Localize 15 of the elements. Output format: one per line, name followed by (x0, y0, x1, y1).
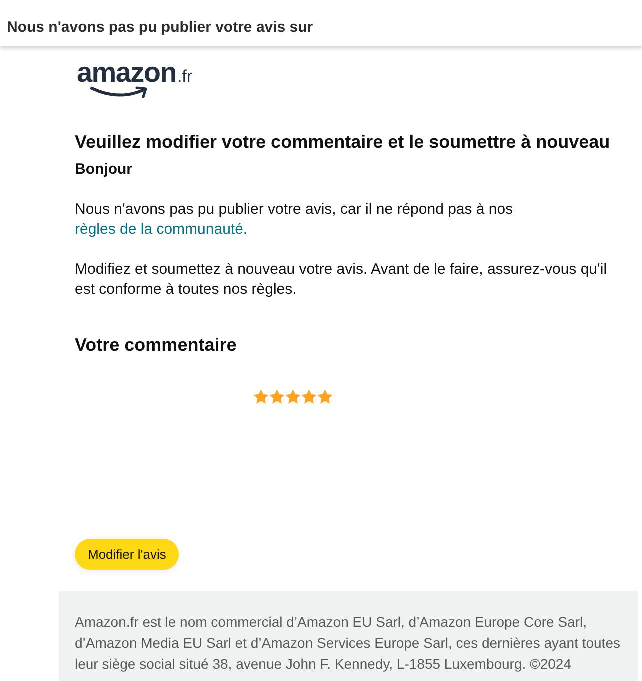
star-icon (270, 390, 284, 404)
review-heading: Votre commentaire (75, 334, 238, 357)
legal-notice-text: Amazon.fr est le nom commercial d’Amazon EU Sarl, d’Amazon Europe Core Sarl, d’Amazon Media EU Sarl et d’Amazon Services Europe Sarl, ces dernières ayant toutes leur siège social situé 38, avenue John F. Kennedy, L-1855 Luxembourg. ©2024 (75, 613, 622, 674)
brand-logo: amazon.fr (77, 61, 193, 98)
message-heading: Veuillez modifier votre commentaire et le soumettre à nouveau (75, 131, 612, 154)
edit-review-button[interactable]: Modifier l'avis (75, 539, 180, 570)
message-paragraph: Modifiez et soumettez à nouveau votre avis. Avant de le faire, assurez-vous qu'il est conforme à toutes nos règles. (75, 260, 608, 300)
message-paragraph: Nous n'avons pas pu publier votre avis, car il ne répond pas à nos règles de la communauté. (75, 200, 514, 240)
community-rules-link[interactable]: règles de la communauté. (75, 221, 248, 238)
star-icon (286, 390, 300, 404)
star-icon (318, 390, 332, 404)
greeting-text: Bonjour (75, 160, 134, 180)
page-title: Nous n'avons pas pu publier votre avis sur (7, 18, 314, 36)
star-icon (254, 390, 268, 404)
star-icon (302, 390, 316, 404)
